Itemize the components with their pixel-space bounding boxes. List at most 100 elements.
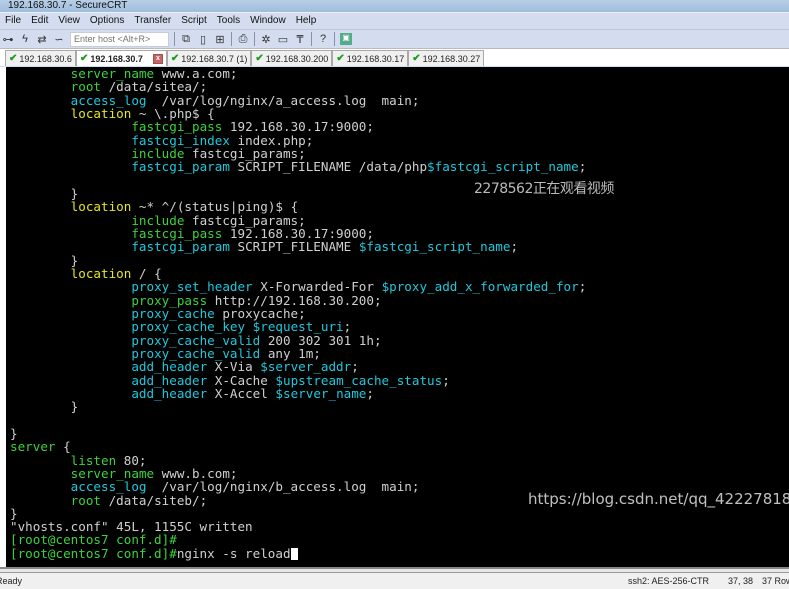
reconnect-icon[interactable]: ⇄ <box>36 33 48 46</box>
tab-session[interactable]: ✔ 192.168.30.17 <box>332 50 409 66</box>
paste-icon[interactable]: ▯ <box>197 33 209 46</box>
tab-label: 192.168.30.6 <box>19 53 72 64</box>
terminal-line: [root@centos7 conf.d]#nginx -s reload <box>10 547 586 560</box>
terminal-line: location / { <box>10 267 586 280</box>
status-ready: Ready <box>0 576 23 586</box>
connect-icon[interactable]: ⊶ <box>2 33 14 46</box>
toolbar-separator <box>334 32 335 46</box>
terminal-output: server_name www.a.com; root /data/sitea/… <box>10 67 586 560</box>
tab-label: 192.168.30.7 <box>90 53 143 64</box>
terminal-line: add_header X-Cache $upstream_cache_statu… <box>10 372 586 388</box>
terminal-line: fastcgi_param SCRIPT_FILENAME /data/php$… <box>10 160 586 173</box>
terminal-line: server { <box>10 440 586 453</box>
terminal-line: location ~* ^/(status|ping)$ { <box>10 200 586 213</box>
keymap-icon[interactable]: ▭ <box>277 33 289 46</box>
terminal-line: proxy_set_header X-Forwarded-For $proxy_… <box>10 280 586 293</box>
terminal-line: fastcgi_index index.php; <box>10 133 586 147</box>
session-tabs: ✔ 192.168.30.6 ✔ 192.168.30.7 x ✔ 192.168.30.7… <box>0 48 789 66</box>
terminal-line: add_header X-Via $server_addr; <box>10 360 586 373</box>
terminal-text: SCRIPT_FILENAME <box>229 239 359 255</box>
tab-label: 192.168.30.27 <box>422 53 481 64</box>
toolbar-separator <box>254 32 255 46</box>
terminal-text: ; <box>442 372 450 388</box>
print-icon[interactable]: ⎙ <box>237 33 249 46</box>
status-cursor-position: 37, 38 <box>728 576 754 586</box>
terminal-line: [root@centos7 conf.d]# <box>10 533 586 546</box>
terminal-text: $proxy_add_x_forwarded_for <box>381 279 579 295</box>
tab-session[interactable]: ✔ 192.168.30.7 x <box>75 50 167 66</box>
menu-help[interactable]: Help <box>291 15 322 26</box>
terminal-text: root <box>70 492 102 508</box>
terminal-line: } <box>10 507 586 520</box>
terminal-line: } <box>10 400 586 413</box>
menu-bar: File Edit View Options Transfer Script Tools Wi… <box>0 12 789 28</box>
terminal-line: server_name www.b.com; <box>10 467 586 480</box>
disconnect-icon[interactable]: ∽ <box>53 33 65 46</box>
status-cipher: ssh2: AES-256-CTR <box>628 576 710 586</box>
settings-icon[interactable]: ✲ <box>260 33 272 46</box>
terminal-line: include fastcgi_params; <box>10 147 586 160</box>
toolbar: ⊶ ϟ ⇄ ∽ ⧉ ▯ ⊞ ⎙ ✲ ▭ ₸ ? ▣ <box>0 29 789 48</box>
terminal-line: location ~ \.php$ { <box>10 107 586 120</box>
terminal-line: proxy_cache_valid any 1m; <box>10 347 586 360</box>
find-icon[interactable]: ⊞ <box>214 33 226 46</box>
tab-session[interactable]: ✔ 192.168.30.6 <box>5 50 76 66</box>
terminal-text: [root@centos7 conf.d]# <box>10 545 177 561</box>
tab-label: 192.168.30.200 <box>265 53 329 64</box>
window-title: 192.168.30.7 - SecureCRT <box>0 0 789 12</box>
connected-check-icon: ✔ <box>412 52 421 64</box>
toolbar-separator <box>231 32 232 46</box>
menu-options[interactable]: Options <box>85 15 129 26</box>
toolbar-separator <box>311 32 312 46</box>
sftp-icon[interactable]: ▣ <box>340 33 352 45</box>
terminal-line: root /data/siteb/; <box>10 492 586 508</box>
terminal-text: ; <box>578 159 587 175</box>
help-icon[interactable]: ? <box>317 33 329 45</box>
terminal-text: } <box>10 399 79 415</box>
tab-session[interactable]: ✔ 192.168.30.27 <box>408 50 485 66</box>
tab-session[interactable]: ✔ 192.168.30.200 <box>251 50 333 66</box>
terminal-text: SCRIPT_FILENAME /data/php <box>229 159 428 175</box>
menu-window[interactable]: Window <box>245 15 291 26</box>
host-input[interactable] <box>70 31 169 47</box>
menu-tools[interactable]: Tools <box>212 15 245 26</box>
terminal-text: fastcgi_param <box>131 159 230 175</box>
watermark: https://blog.csdn.net/qq_42227818 <box>528 490 789 508</box>
close-tab-icon[interactable]: x <box>152 53 163 64</box>
cursor <box>290 547 298 560</box>
terminal-line: include fastcgi_params; <box>10 213 586 227</box>
menu-edit[interactable]: Edit <box>26 15 53 26</box>
terminal-line: } <box>10 427 586 440</box>
connected-check-icon: ✔ <box>336 52 345 64</box>
terminal-line: fastcgi_pass 192.168.30.17:9000; <box>10 227 586 240</box>
tab-label: 192.168.30.7 (1) <box>181 53 248 64</box>
lightning-icon[interactable]: ϟ <box>19 33 31 45</box>
copy-icon[interactable]: ⧉ <box>180 33 192 46</box>
terminal-line: proxy_cache proxycache; <box>10 307 586 320</box>
terminal-line: access_log /var/log/nginx/a_access.log m… <box>10 93 586 107</box>
terminal-line: access_log /var/log/nginx/b_access.log m… <box>10 480 586 493</box>
connected-check-icon: ✔ <box>170 52 180 64</box>
menu-script[interactable]: Script <box>176 15 212 26</box>
terminal-line: fastcgi_pass 192.168.30.17:9000; <box>10 120 586 133</box>
key-icon[interactable]: ₸ <box>294 33 306 46</box>
terminal-text: /data/siteb/; <box>101 492 208 508</box>
menu-view[interactable]: View <box>53 15 85 26</box>
terminal-text: $fastcgi_script_name <box>358 239 511 255</box>
terminal-text: $fastcgi_script_name <box>427 159 579 175</box>
tab-session[interactable]: ✔ 192.168.30.7 (1) <box>166 50 252 66</box>
terminal-line: proxy_cache_key $request_uri; <box>10 320 586 333</box>
terminal-line: "vhosts.conf" 45L, 1155C written <box>10 520 586 533</box>
menu-transfer[interactable]: Transfer <box>129 15 176 26</box>
terminal-line: server_name www.a.com; <box>10 67 586 80</box>
toolbar-separator <box>174 32 175 46</box>
terminal-text: X-Accel <box>207 385 276 401</box>
terminal-line: root /data/sitea/; <box>10 80 586 93</box>
tab-label: 192.168.30.17 <box>346 53 405 64</box>
menu-file[interactable]: File <box>0 15 26 26</box>
terminal-line: } <box>10 253 586 267</box>
viewer-notice: 2278562正在观看视频 <box>474 181 614 197</box>
terminal-line: fastcgi_param SCRIPT_FILENAME $fastcgi_s… <box>10 240 586 253</box>
